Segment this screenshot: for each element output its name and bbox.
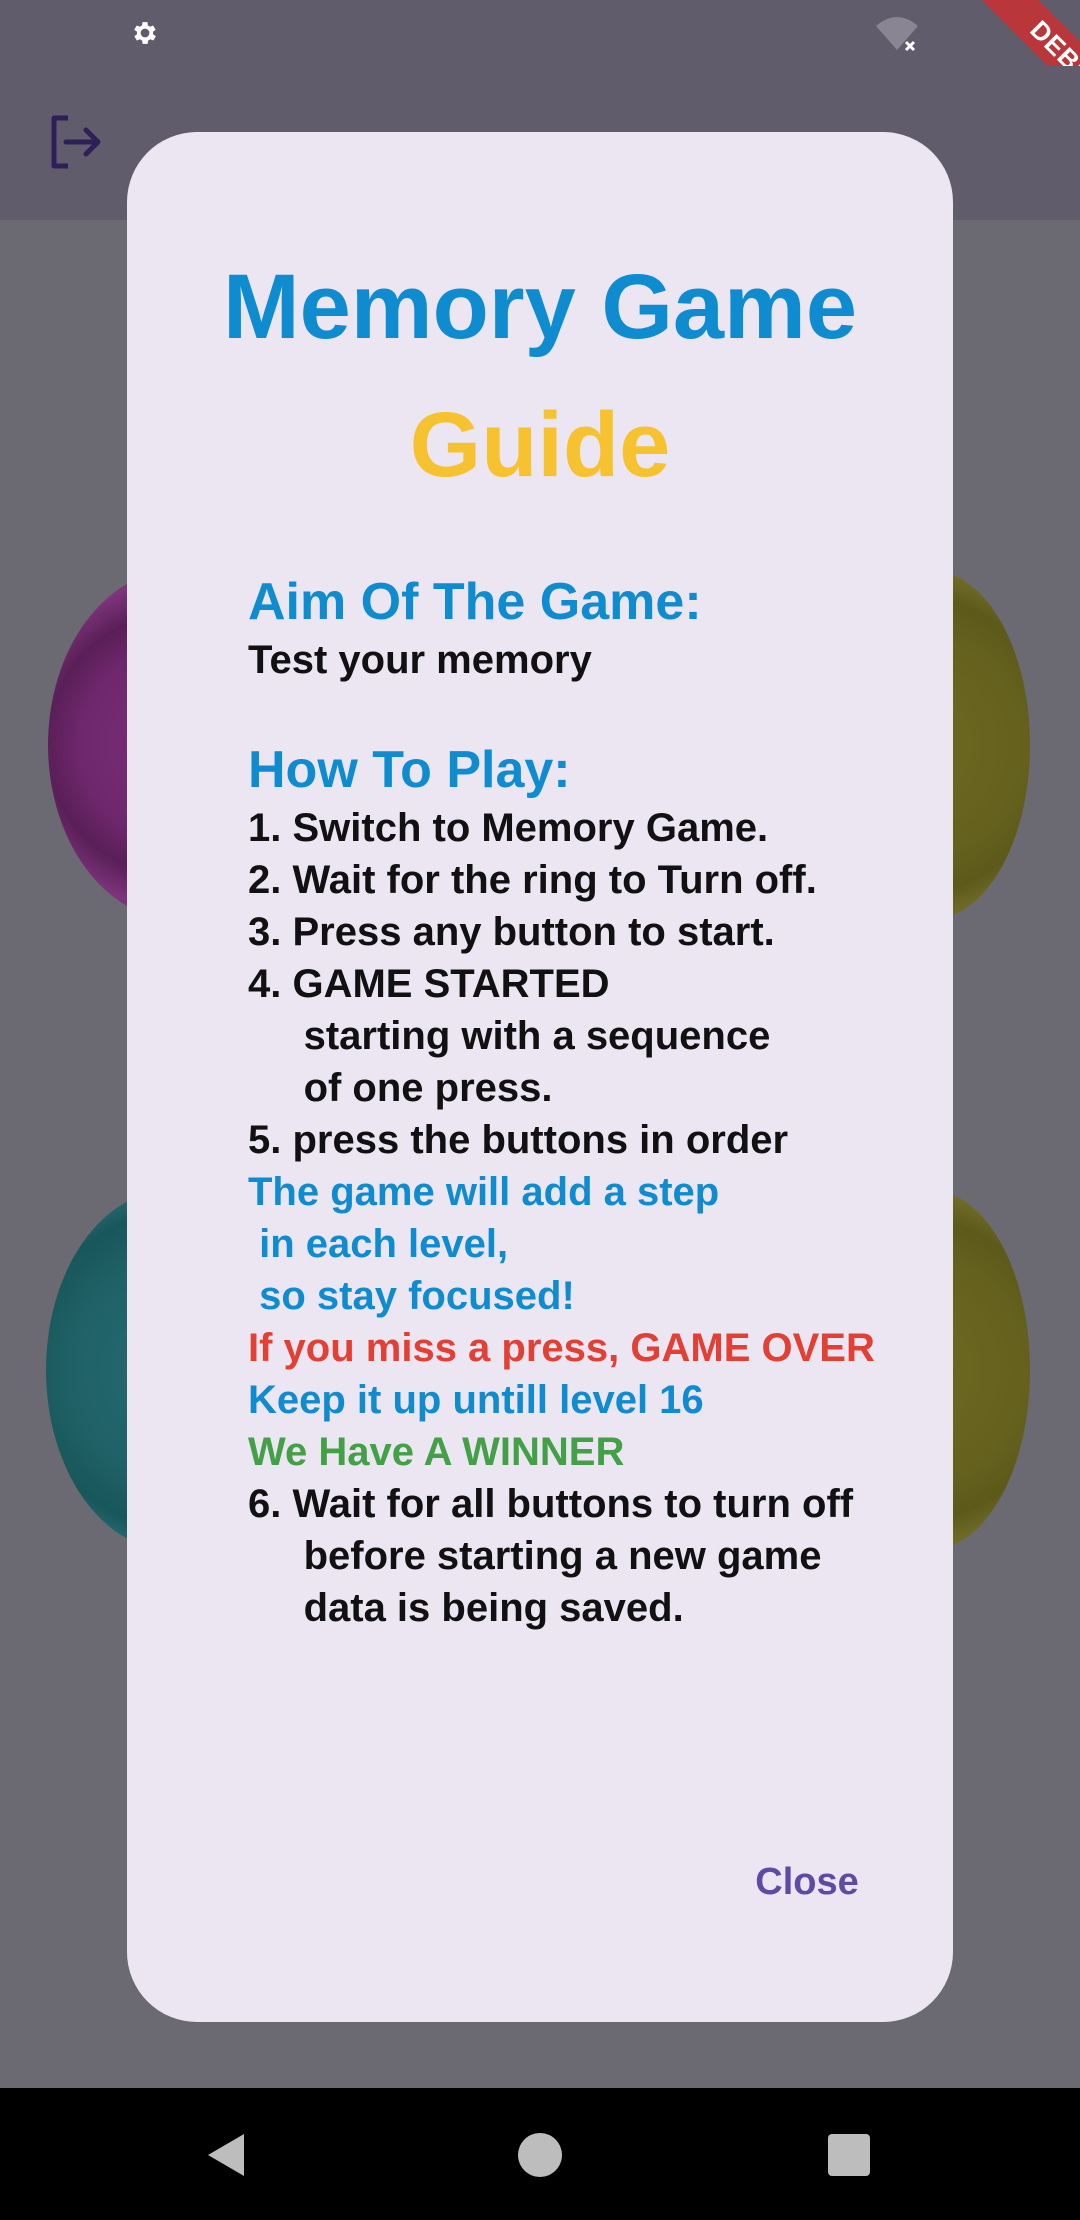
recent-apps-icon[interactable] — [828, 2134, 870, 2176]
close-button[interactable]: Close — [727, 1852, 887, 1912]
howto-heading: How To Play: — [248, 741, 571, 799]
dialog-title-line1: Memory Game — [222, 256, 858, 358]
dialog-title-line2: Guide — [409, 394, 671, 496]
home-icon[interactable] — [518, 2133, 562, 2177]
step-line: 1. Switch to Memory Game. — [248, 806, 769, 850]
info-line: in each level, — [248, 1222, 509, 1266]
guide-content: Aim Of The Game: Test your memory How To… — [248, 570, 948, 1634]
aim-heading: Aim Of The Game: — [248, 573, 702, 631]
back-icon[interactable] — [202, 2130, 252, 2180]
game-over-line: If you miss a press, GAME OVER — [248, 1326, 875, 1370]
info-line: so stay focused! — [248, 1274, 575, 1318]
info-line: The game will add a step — [248, 1170, 720, 1214]
step-line: 4. GAME STARTED — [248, 962, 610, 1006]
keep-up-line: Keep it up untill level 16 — [248, 1378, 704, 1422]
logout-icon[interactable] — [46, 112, 106, 172]
step-line: data is being saved. — [248, 1586, 684, 1630]
step-line: 2. Wait for the ring to Turn off. — [248, 858, 817, 902]
step-line: starting with a sequence — [248, 1014, 771, 1058]
winner-line: We Have A WINNER — [248, 1430, 625, 1474]
step-line: 3. Press any button to start. — [248, 910, 775, 954]
step-line: 6. Wait for all buttons to turn off — [248, 1482, 854, 1526]
wifi-off-icon — [876, 17, 918, 52]
step-line: of one press. — [248, 1066, 553, 1110]
step-line: before starting a new game — [248, 1534, 822, 1578]
step-line: 5. press the buttons in order — [248, 1118, 789, 1162]
aim-text: Test your memory — [248, 638, 592, 682]
guide-dialog: Memory Game Guide Aim Of The Game: Test … — [127, 132, 953, 2022]
status-bar — [0, 0, 1080, 66]
settings-icon — [134, 22, 156, 44]
